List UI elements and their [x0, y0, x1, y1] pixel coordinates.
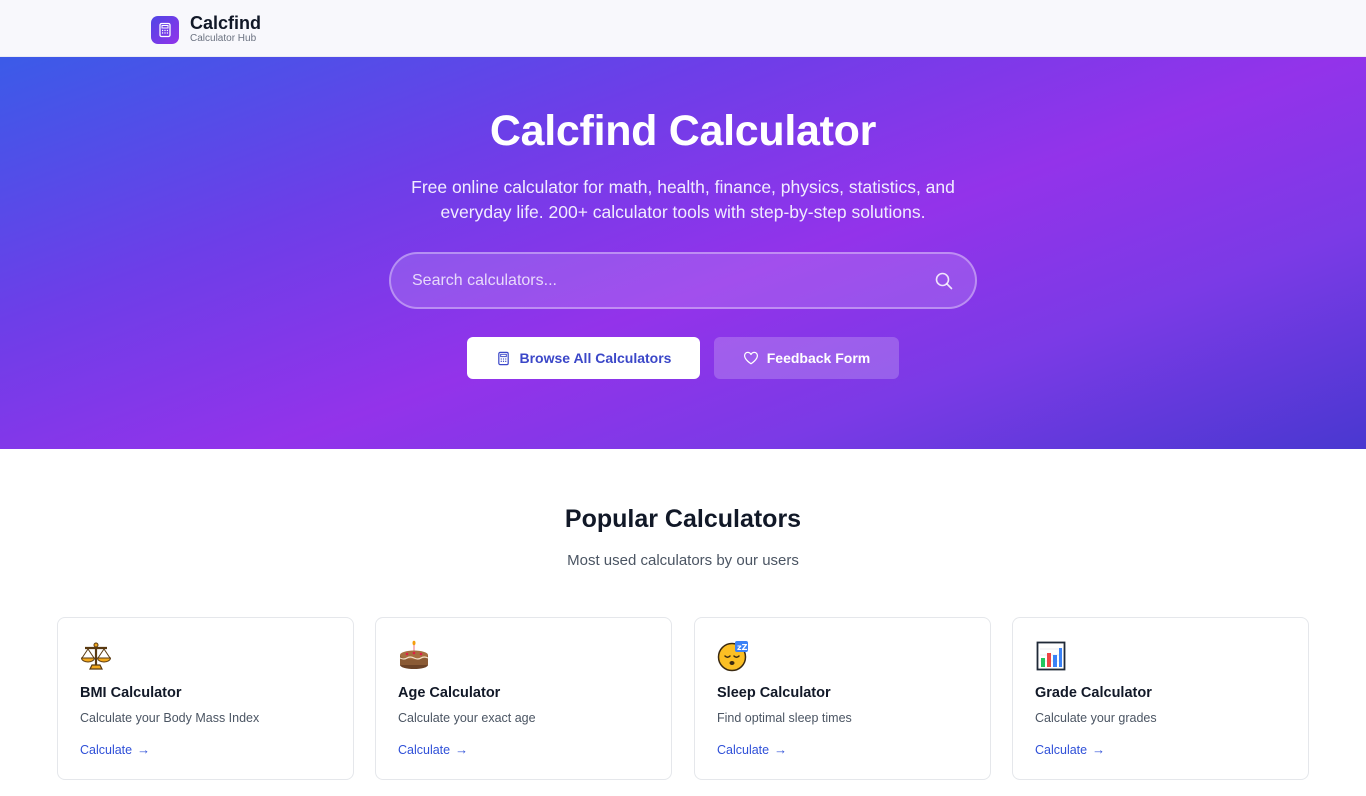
- birthday-cake-icon: [398, 640, 430, 672]
- brand-text: Calcfind Calculator Hub: [190, 14, 261, 45]
- arrow-right-icon: →: [137, 742, 151, 757]
- card-description: Calculate your exact age: [398, 711, 536, 725]
- calculator-card-age[interactable]: Age Calculator Calculate your exact age …: [375, 617, 672, 780]
- hero-section: Calcfind Calculator Free online calculat…: [0, 57, 1366, 449]
- search-input[interactable]: [391, 254, 933, 307]
- calculator-icon: [151, 15, 179, 44]
- bar-chart-icon: [1035, 640, 1067, 672]
- feedback-form-button[interactable]: Feedback Form: [714, 337, 899, 379]
- popular-section-subtitle: Most used calculators by our users: [567, 552, 799, 569]
- heart-icon: [743, 350, 759, 366]
- card-description: Calculate your grades: [1035, 711, 1157, 725]
- calculate-link-label: Calculate: [80, 742, 133, 757]
- balance-scale-icon: [80, 640, 112, 672]
- brand-tagline: Calculator Hub: [190, 33, 257, 44]
- card-title: Age Calculator: [398, 685, 501, 701]
- calculate-link[interactable]: Calculate →: [1035, 742, 1105, 757]
- sleeping-face-icon: zZ: [717, 640, 749, 672]
- search-icon[interactable]: [933, 270, 955, 292]
- arrow-right-icon: →: [455, 742, 469, 757]
- calculate-link[interactable]: Calculate →: [398, 742, 468, 757]
- svg-text:zZ: zZ: [737, 643, 748, 652]
- browse-all-label: Browse All Calculators: [519, 350, 672, 366]
- top-navbar: Calcfind Calculator Hub: [0, 0, 1366, 57]
- calculator-icon: [496, 350, 512, 366]
- calculate-link[interactable]: Calculate →: [80, 742, 150, 757]
- popular-section-title: Popular Calculators: [564, 505, 802, 533]
- calculate-link-label: Calculate: [717, 742, 770, 757]
- calculator-card-sleep[interactable]: zZ Sleep Calculator Find optimal sleep t…: [694, 617, 991, 780]
- card-title: Grade Calculator: [1035, 685, 1152, 701]
- brand-link[interactable]: Calcfind Calculator Hub: [151, 14, 261, 45]
- calculate-link[interactable]: Calculate →: [717, 742, 787, 757]
- card-description: Calculate your Body Mass Index: [80, 711, 260, 725]
- calculator-card-bmi[interactable]: BMI Calculator Calculate your Body Mass …: [57, 617, 354, 780]
- arrow-right-icon: →: [774, 742, 788, 757]
- calculate-link-label: Calculate: [1035, 742, 1088, 757]
- search-bar: [389, 252, 977, 309]
- hero-title: Calcfind Calculator: [489, 107, 877, 155]
- card-title: BMI Calculator: [80, 685, 182, 701]
- arrow-right-icon: →: [1092, 742, 1106, 757]
- browse-all-button[interactable]: Browse All Calculators: [467, 337, 700, 379]
- calculator-card-grade[interactable]: Grade Calculator Calculate your grades C…: [1012, 617, 1309, 780]
- hero-subtitle: Free online calculator for math, health,…: [411, 177, 955, 222]
- brand-name: Calcfind: [190, 13, 262, 33]
- card-title: Sleep Calculator: [717, 685, 831, 701]
- feedback-form-label: Feedback Form: [766, 350, 871, 366]
- card-description: Find optimal sleep times: [717, 711, 852, 725]
- calculate-link-label: Calculate: [398, 742, 451, 757]
